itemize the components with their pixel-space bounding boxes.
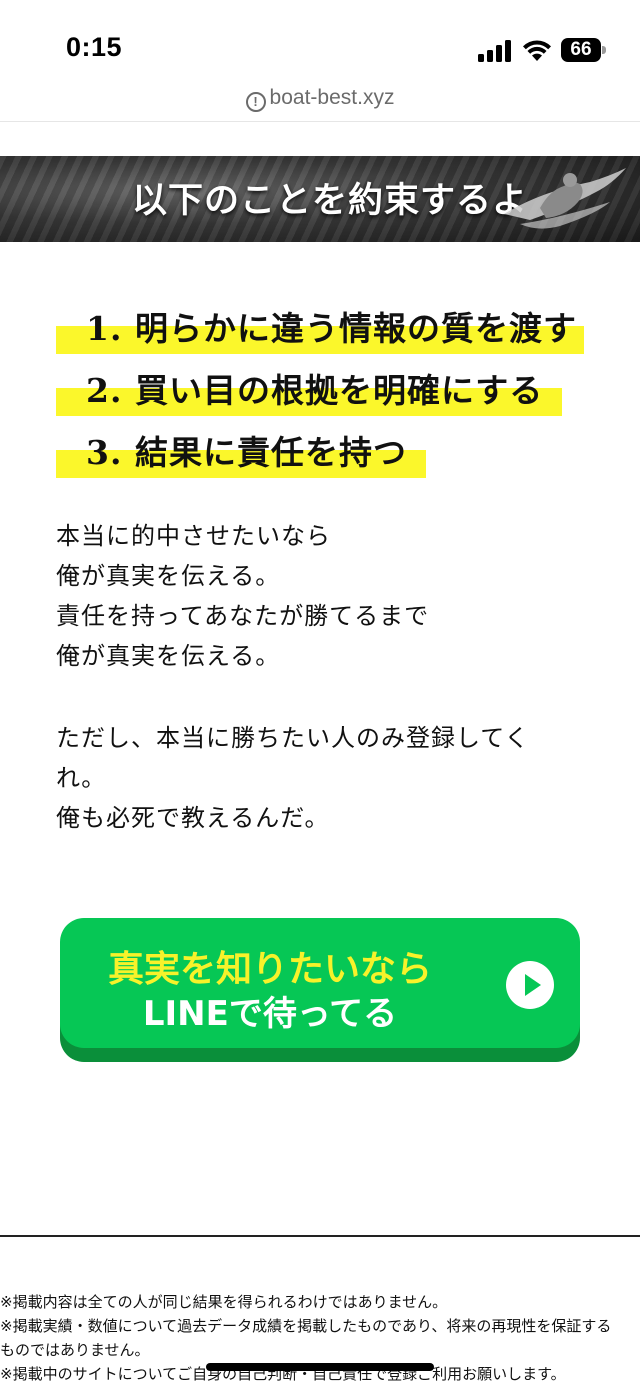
body-line: 俺が真実を伝える。 <box>56 562 281 590</box>
play-icon <box>506 961 554 1009</box>
body-line: 本当に的中させたいなら <box>56 522 331 550</box>
status-time: 0:15 <box>66 32 123 62</box>
footer-disclaimer: ※掲載内容は全ての人が同じ結果を得られるわけではありません。 ※掲載実績・数値に… <box>0 1290 640 1386</box>
footer-divider <box>0 1235 640 1237</box>
status-bar: 0:15 66 <box>0 0 640 86</box>
url-text[interactable]: boat-best.xyz <box>270 86 395 109</box>
body-paragraph-2: ただし、本当に勝ちたい人のみ登録してく れ。 俺も必死で教えるんだ。 <box>56 718 596 838</box>
wifi-icon <box>523 40 551 61</box>
home-indicator[interactable] <box>206 1363 434 1371</box>
body-line: 責任を持ってあなたが勝てるまで <box>56 602 430 630</box>
body-line: 俺も必死で教えるんだ。 <box>56 804 330 832</box>
promise-item-3: 3. 結果に責任を持つ <box>56 426 426 478</box>
cta-line-1: 真実を知りたいなら <box>107 949 432 990</box>
promise-text: 1. 明らかに違う情報の質を渡す <box>86 309 577 348</box>
promise-text: 3. 結果に責任を持つ <box>86 433 407 472</box>
cellular-signal-icon <box>478 40 512 62</box>
body-line: 俺が真実を伝える。 <box>56 642 281 670</box>
info-icon[interactable]: ! <box>245 92 266 112</box>
disclaimer-line: ものではありません。 <box>0 1341 150 1359</box>
body-line: ただし、本当に勝ちたい人のみ登録してく <box>56 724 530 752</box>
line-cta-button[interactable]: 真実を知りたいなら LINEで待ってる <box>60 918 580 1062</box>
url-bar[interactable]: ! boat-best.xyz <box>0 86 640 122</box>
disclaimer-line: ※掲載実績・数値について過去データ成績を掲載したものであり、将来の再現性を保証す… <box>0 1317 612 1335</box>
promise-item-1: 1. 明らかに違う情報の質を渡す <box>56 302 584 354</box>
boat-racer-icon <box>504 168 626 229</box>
battery-icon: 66 <box>561 38 607 62</box>
cta-line-2: LINEで待ってる <box>142 994 398 1034</box>
body-line: れ。 <box>56 764 107 792</box>
promise-text: 2. 買い目の根拠を明確にする <box>86 371 544 410</box>
banner-title: 以下のことを約束するよ <box>132 180 529 221</box>
battery-level: 66 <box>570 39 592 60</box>
disclaimer-line: ※掲載内容は全ての人が同じ結果を得られるわけではありません。 <box>0 1293 448 1311</box>
promise-item-2: 2. 買い目の根拠を明確にする <box>56 364 562 416</box>
body-paragraph-1: 本当に的中させたいなら 俺が真実を伝える。 責任を持ってあなたが勝てるまで 俺が… <box>56 516 596 676</box>
